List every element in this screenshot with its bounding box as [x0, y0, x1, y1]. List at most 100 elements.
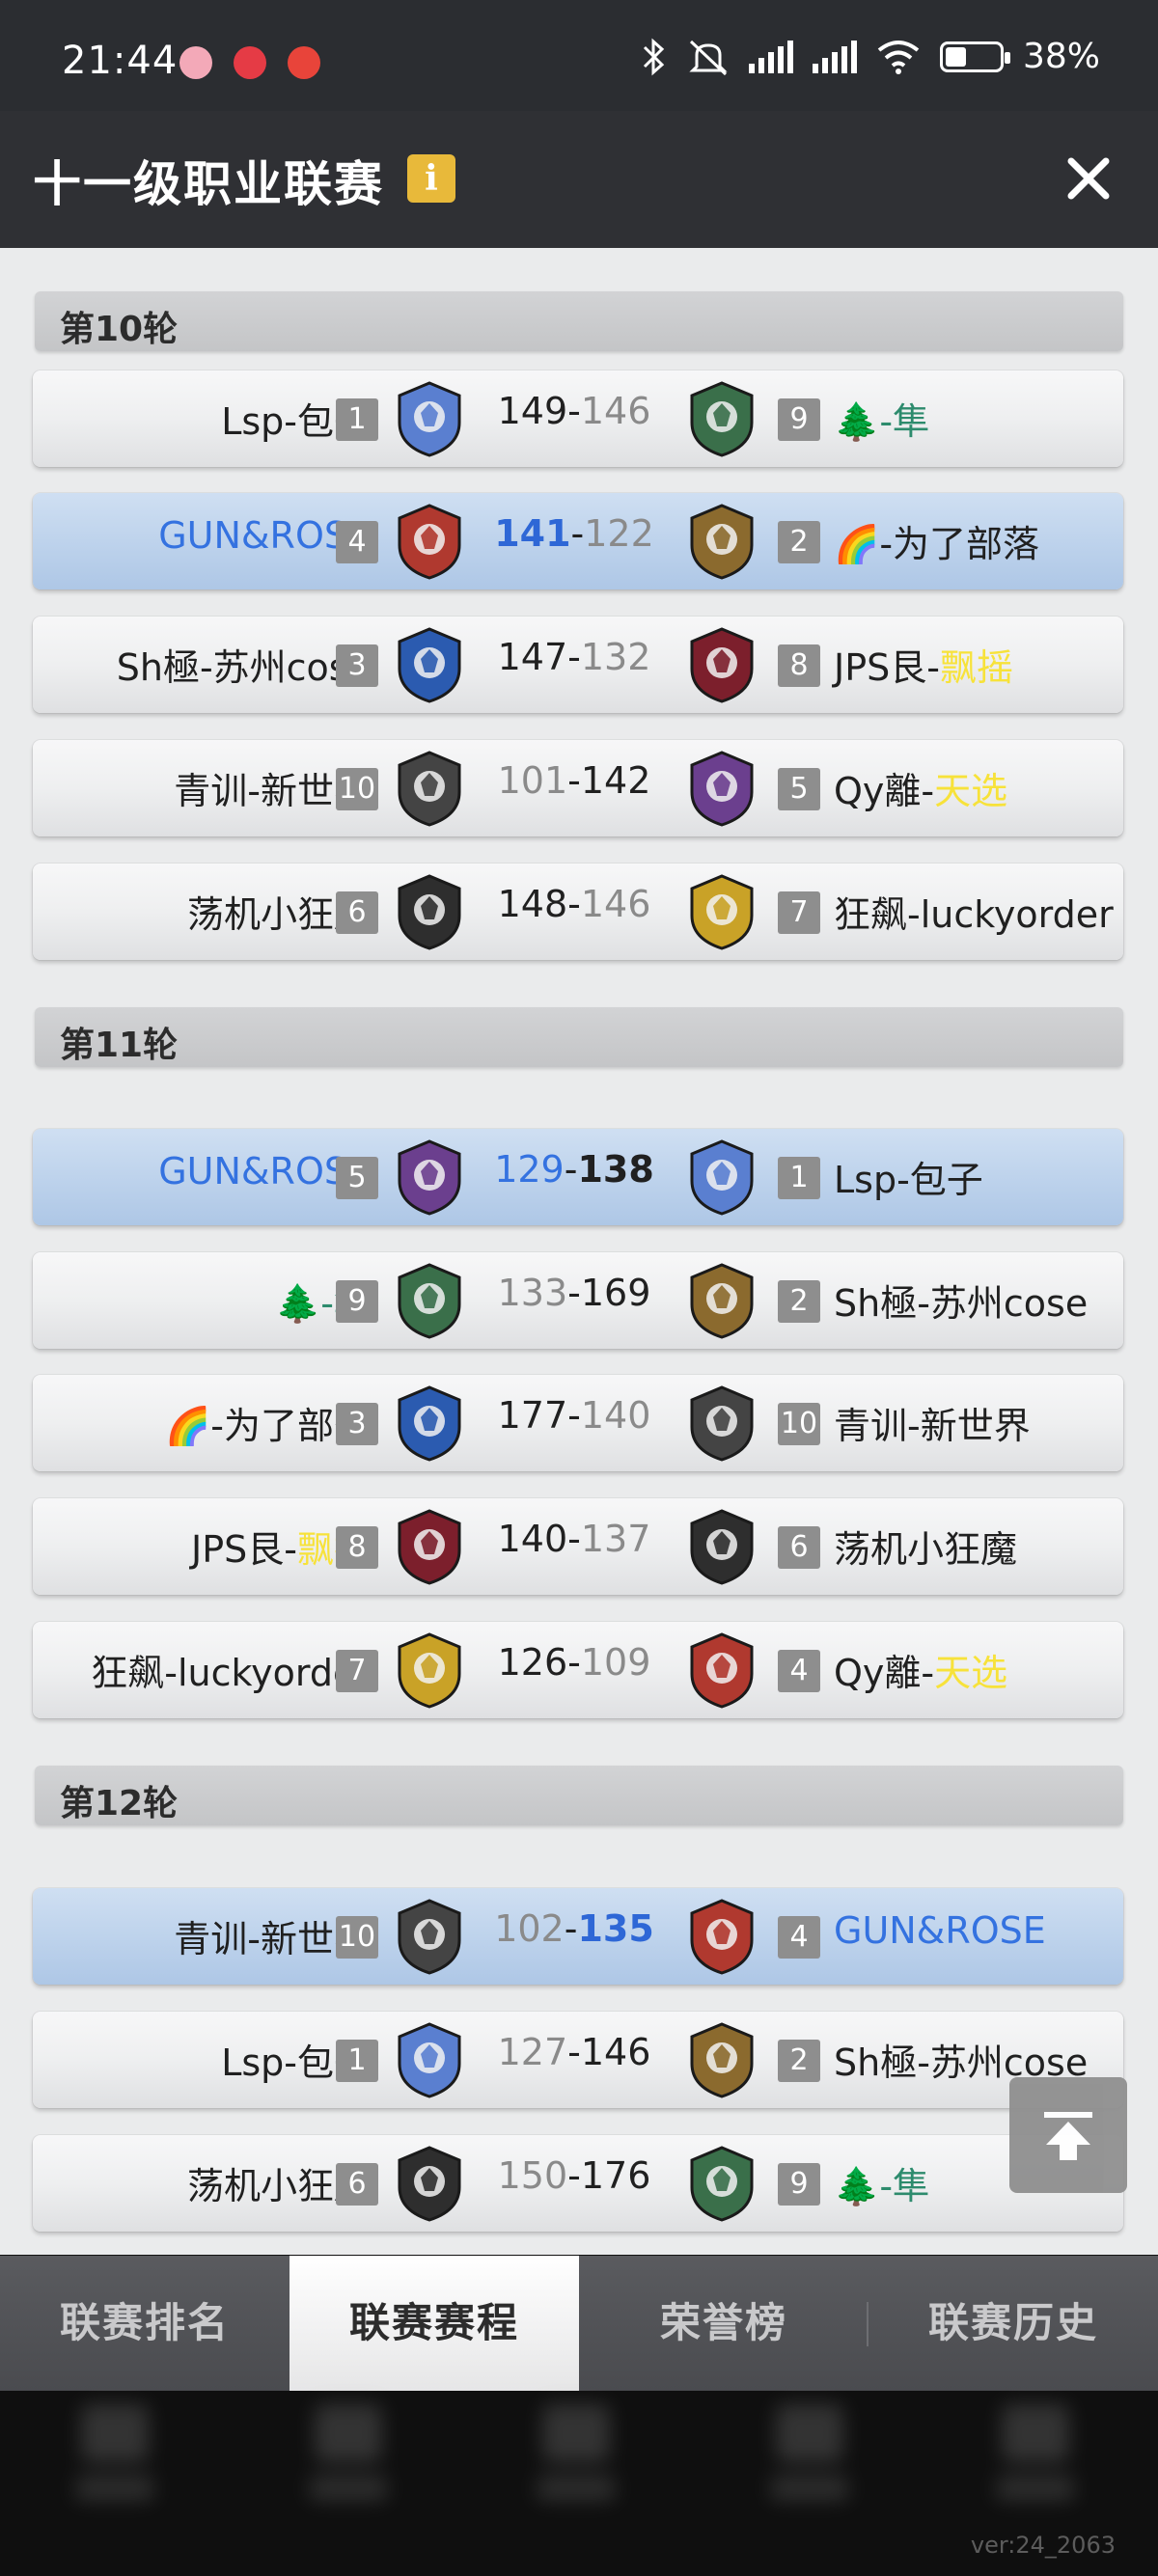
match-row[interactable]: 🌈-为了部落 3 177-140 10 青训-新世界: [33, 1375, 1123, 1471]
right-team-logo-icon: [686, 1631, 758, 1709]
info-icon[interactable]: i: [407, 154, 455, 203]
left-team[interactable]: Sh極-苏州cose: [117, 638, 371, 691]
tab-league-history[interactable]: 联赛历史: [868, 2256, 1158, 2391]
tab-league-ranking[interactable]: 联赛排名: [0, 2256, 290, 2391]
right-team-logo-icon: [686, 626, 758, 703]
right-team[interactable]: GUN&ROSE: [834, 1909, 1046, 1952]
bluetooth-icon: [643, 38, 665, 75]
left-score: 147: [497, 636, 568, 678]
right-team-logo-icon: [686, 2021, 758, 2098]
bottom-navigation-blurred: ver:24_2063: [0, 2391, 1158, 2576]
score-separator: -: [567, 2154, 581, 2197]
left-score: 102: [494, 1907, 565, 1950]
right-team[interactable]: JPS艮-飘摇: [834, 638, 1013, 691]
left-score: 101: [497, 759, 568, 802]
left-team-logo-icon: [394, 1898, 465, 1975]
page-header: 十一级职业联赛 i: [0, 111, 1158, 248]
nav-ghost-item: [533, 2404, 620, 2530]
right-score: 132: [580, 636, 651, 678]
arrow-up-to-top-icon: [1044, 2112, 1092, 2160]
match-score: 129-138: [457, 1148, 691, 1191]
left-score: 129: [494, 1148, 565, 1191]
right-team-logo-icon: [686, 750, 758, 827]
right-score: 140: [580, 1394, 651, 1437]
left-seed-badge: 6: [336, 2163, 378, 2206]
left-team-logo-icon: [394, 1262, 465, 1339]
right-team[interactable]: 荡机小狂魔: [834, 1520, 1017, 1573]
left-team-logo-icon: [394, 1384, 465, 1462]
team-name: 狂飙-luckyorder: [834, 893, 1114, 936]
signal-icon-1: [748, 40, 793, 73]
team-name: GUN&ROSE: [834, 1909, 1046, 1952]
team-name: JPS艮-: [834, 646, 940, 689]
left-seed-badge: 1: [336, 2040, 378, 2082]
right-team[interactable]: Qy離-天选: [834, 761, 1007, 814]
match-score: 147-132: [457, 636, 691, 678]
signal-icon-2: [812, 40, 857, 73]
match-score: 177-140: [457, 1394, 691, 1437]
right-team-logo-icon: [686, 1138, 758, 1216]
team-name: 荡机小狂魔: [834, 1528, 1018, 1571]
version-label: ver:24_2063: [970, 2532, 1116, 2559]
score-separator: -: [567, 883, 581, 925]
status-bar: 21:44 38%: [0, 0, 1158, 111]
score-separator: -: [567, 1641, 581, 1684]
round-label: 第11轮: [60, 1026, 179, 1065]
score-separator: -: [570, 512, 585, 555]
nav-ghost-item: [992, 2404, 1079, 2530]
right-score: 169: [580, 1272, 651, 1314]
team-name: 🌲-隼: [834, 2165, 930, 2207]
match-row[interactable]: 青训-新世界 10 101-142 5 Qy離-天选: [33, 740, 1123, 836]
left-score: 133: [497, 1272, 568, 1314]
right-team[interactable]: Sh極-苏州cose: [834, 1274, 1088, 1327]
schedule-list[interactable]: 第10轮 Lsp-包子 1 149-146 9 🌲-隼 GUN&ROSE 4 141-122 2 🌈…: [0, 248, 1158, 2255]
score-separator: -: [567, 636, 581, 678]
match-row[interactable]: JPS艮-飘摇 8 140-137 6 荡机小狂魔: [33, 1498, 1123, 1595]
match-row[interactable]: GUN&ROSE 5 129-138 1 Lsp-包子: [33, 1129, 1123, 1225]
right-team[interactable]: 🌈-为了部落: [834, 514, 1039, 567]
match-row[interactable]: 荡机小狂魔 6 148-146 7 狂飙-luckyorder: [33, 863, 1123, 960]
match-row[interactable]: 荡机小狂魔 6 150-176 9 🌲-隼: [33, 2135, 1123, 2232]
match-row[interactable]: 🌲-隼9133-1692Sh極-苏州cose: [33, 1252, 1123, 1349]
round-label: 第10轮: [60, 310, 179, 349]
right-team[interactable]: Qy離-天选: [834, 1643, 1007, 1696]
right-seed-badge: 5: [778, 768, 820, 810]
left-score: 126: [497, 1641, 568, 1684]
match-row[interactable]: Sh極-苏州cose 3 147-132 8 JPS艮-飘摇: [33, 617, 1123, 713]
left-seed-badge: 8: [336, 1526, 378, 1569]
match-row[interactable]: GUN&ROSE 4 141-122 2 🌈-为了部落: [33, 493, 1123, 589]
right-team[interactable]: Lsp-包子: [834, 1150, 983, 1203]
tab-league-schedule[interactable]: 联赛赛程: [290, 2256, 579, 2391]
team-name: 青训-新世界: [834, 1405, 1031, 1447]
left-score: 149: [497, 390, 568, 432]
match-score: 101-142: [457, 759, 691, 802]
right-seed-badge: 2: [778, 521, 820, 563]
left-team-logo-icon: [394, 626, 465, 703]
right-team[interactable]: 🌲-隼: [834, 2156, 929, 2209]
match-row[interactable]: Lsp-包子 1 149-146 9 🌲-隼: [33, 370, 1123, 467]
match-score: 127-146: [457, 2031, 691, 2073]
right-team[interactable]: 青训-新世界: [834, 1396, 1031, 1449]
match-row[interactable]: 狂飙-luckyorder 7 126-109 4 Qy離-天选: [33, 1622, 1123, 1718]
tab-honor-roll[interactable]: 荣誉榜: [579, 2256, 868, 2391]
notification-app-icon-2: [234, 46, 266, 79]
left-seed-badge: 9: [336, 1280, 378, 1323]
team-name: JPS艮-: [191, 1528, 297, 1571]
match-row[interactable]: Lsp-包子 1 127-146 2 Sh極-苏州cose: [33, 2012, 1123, 2108]
left-seed-badge: 7: [336, 1650, 378, 1692]
match-score: 148-146: [457, 883, 691, 925]
left-seed-badge: 5: [336, 1157, 378, 1199]
match-row[interactable]: 青训-新世界 10 102-135 4 GUN&ROSE: [33, 1888, 1123, 1985]
round-header: 第11轮: [35, 1007, 1123, 1067]
right-score: 146: [580, 2031, 651, 2073]
scroll-to-top-button[interactable]: [1009, 2077, 1127, 2193]
right-team[interactable]: 狂飙-luckyorder: [834, 885, 1114, 938]
right-seed-badge: 4: [778, 1916, 820, 1959]
close-icon[interactable]: [1062, 151, 1116, 206]
left-score: 150: [497, 2154, 568, 2197]
right-team[interactable]: 🌲-隼: [834, 392, 929, 445]
left-team[interactable]: 狂飙-luckyorder: [91, 1643, 371, 1696]
round-header: 第10轮: [35, 291, 1123, 351]
right-seed-badge: 7: [778, 891, 820, 934]
right-seed-badge: 1: [778, 1157, 820, 1199]
